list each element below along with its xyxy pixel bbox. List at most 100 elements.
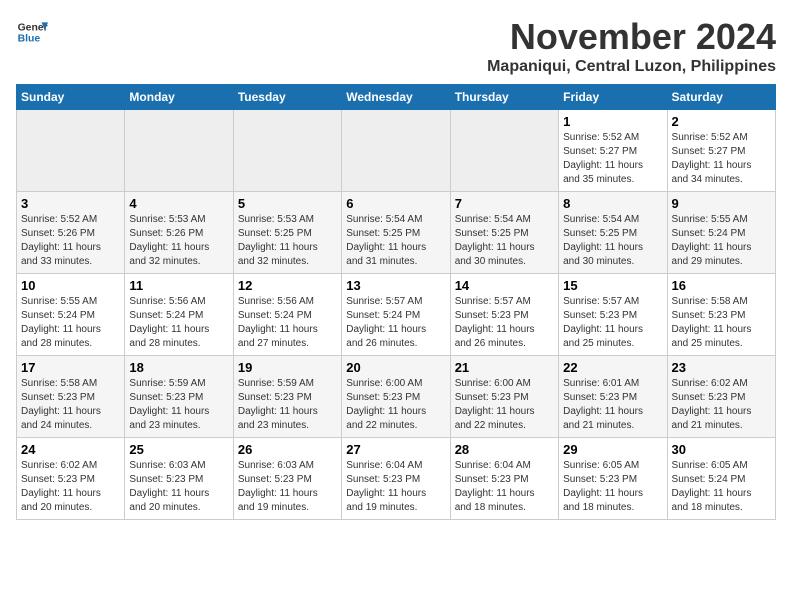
day-info: Sunrise: 5:55 AM Sunset: 5:24 PM Dayligh… bbox=[672, 213, 771, 269]
calendar-cell: 25 Sunrise: 6:03 AM Sunset: 5:23 PM Dayli… bbox=[125, 438, 233, 520]
weekday-header: Monday bbox=[125, 85, 233, 110]
day-number: 30 bbox=[672, 442, 771, 457]
calendar-cell: 28 Sunrise: 6:04 AM Sunset: 5:23 PM Dayli… bbox=[450, 438, 558, 520]
day-info: Sunrise: 5:55 AM Sunset: 5:24 PM Dayligh… bbox=[21, 295, 120, 351]
day-info: Sunrise: 5:56 AM Sunset: 5:24 PM Dayligh… bbox=[238, 295, 337, 351]
calendar-table: SundayMondayTuesdayWednesdayThursdayFrid… bbox=[16, 84, 776, 520]
day-info: Sunrise: 5:52 AM Sunset: 5:27 PM Dayligh… bbox=[672, 131, 771, 187]
day-number: 6 bbox=[346, 196, 445, 211]
calendar-cell: 5 Sunrise: 5:53 AM Sunset: 5:25 PM Daylig… bbox=[233, 192, 341, 274]
day-info: Sunrise: 5:52 AM Sunset: 5:27 PM Dayligh… bbox=[563, 131, 662, 187]
day-info: Sunrise: 5:58 AM Sunset: 5:23 PM Dayligh… bbox=[21, 377, 120, 433]
day-info: Sunrise: 6:01 AM Sunset: 5:23 PM Dayligh… bbox=[563, 377, 662, 433]
day-number: 23 bbox=[672, 360, 771, 375]
day-number: 19 bbox=[238, 360, 337, 375]
calendar-cell: 20 Sunrise: 6:00 AM Sunset: 5:23 PM Dayli… bbox=[342, 356, 450, 438]
day-number: 16 bbox=[672, 278, 771, 293]
day-number: 7 bbox=[455, 196, 554, 211]
day-info: Sunrise: 5:53 AM Sunset: 5:25 PM Dayligh… bbox=[238, 213, 337, 269]
day-info: Sunrise: 6:04 AM Sunset: 5:23 PM Dayligh… bbox=[455, 459, 554, 515]
calendar-cell: 11 Sunrise: 5:56 AM Sunset: 5:24 PM Dayli… bbox=[125, 274, 233, 356]
day-number: 9 bbox=[672, 196, 771, 211]
calendar-cell: 7 Sunrise: 5:54 AM Sunset: 5:25 PM Daylig… bbox=[450, 192, 558, 274]
day-number: 18 bbox=[129, 360, 228, 375]
day-info: Sunrise: 6:03 AM Sunset: 5:23 PM Dayligh… bbox=[238, 459, 337, 515]
calendar-cell: 22 Sunrise: 6:01 AM Sunset: 5:23 PM Dayli… bbox=[559, 356, 667, 438]
calendar-cell: 10 Sunrise: 5:55 AM Sunset: 5:24 PM Dayli… bbox=[17, 274, 125, 356]
day-number: 22 bbox=[563, 360, 662, 375]
location-title: Mapaniqui, Central Luzon, Philippines bbox=[487, 58, 776, 76]
day-number: 13 bbox=[346, 278, 445, 293]
day-number: 15 bbox=[563, 278, 662, 293]
day-info: Sunrise: 6:02 AM Sunset: 5:23 PM Dayligh… bbox=[21, 459, 120, 515]
day-number: 8 bbox=[563, 196, 662, 211]
calendar-week-row: 1 Sunrise: 5:52 AM Sunset: 5:27 PM Daylig… bbox=[17, 110, 776, 192]
calendar-week-row: 17 Sunrise: 5:58 AM Sunset: 5:23 PM Dayli… bbox=[17, 356, 776, 438]
svg-text:Blue: Blue bbox=[18, 34, 41, 45]
calendar-cell: 16Sunrise: 5:58 AM Sunset: 5:23 PM Dayli… bbox=[667, 274, 775, 356]
day-number: 17 bbox=[21, 360, 120, 375]
title-area: November 2024 Mapaniqui, Central Luzon, … bbox=[487, 16, 776, 76]
calendar-cell: 13 Sunrise: 5:57 AM Sunset: 5:24 PM Dayli… bbox=[342, 274, 450, 356]
calendar-cell: 12 Sunrise: 5:56 AM Sunset: 5:24 PM Dayli… bbox=[233, 274, 341, 356]
day-info: Sunrise: 5:57 AM Sunset: 5:23 PM Dayligh… bbox=[455, 295, 554, 351]
calendar-cell: 8 Sunrise: 5:54 AM Sunset: 5:25 PM Daylig… bbox=[559, 192, 667, 274]
weekday-header: Saturday bbox=[667, 85, 775, 110]
day-number: 3 bbox=[21, 196, 120, 211]
weekday-header: Tuesday bbox=[233, 85, 341, 110]
weekday-header: Thursday bbox=[450, 85, 558, 110]
calendar-cell: 29Sunrise: 6:05 AM Sunset: 5:23 PM Dayli… bbox=[559, 438, 667, 520]
calendar-week-row: 3 Sunrise: 5:52 AM Sunset: 5:26 PM Daylig… bbox=[17, 192, 776, 274]
day-number: 20 bbox=[346, 360, 445, 375]
day-info: Sunrise: 5:56 AM Sunset: 5:24 PM Dayligh… bbox=[129, 295, 228, 351]
calendar-cell: 2 Sunrise: 5:52 AM Sunset: 5:27 PM Daylig… bbox=[667, 110, 775, 192]
calendar-cell: 27Sunrise: 6:04 AM Sunset: 5:23 PM Dayli… bbox=[342, 438, 450, 520]
day-number: 25 bbox=[129, 442, 228, 457]
day-info: Sunrise: 5:59 AM Sunset: 5:23 PM Dayligh… bbox=[238, 377, 337, 433]
calendar-cell bbox=[125, 110, 233, 192]
calendar-cell: 19 Sunrise: 5:59 AM Sunset: 5:23 PM Dayli… bbox=[233, 356, 341, 438]
day-info: Sunrise: 6:03 AM Sunset: 5:23 PM Dayligh… bbox=[129, 459, 228, 515]
day-number: 28 bbox=[455, 442, 554, 457]
day-number: 12 bbox=[238, 278, 337, 293]
calendar-cell: 14 Sunrise: 5:57 AM Sunset: 5:23 PM Dayli… bbox=[450, 274, 558, 356]
day-info: Sunrise: 5:52 AM Sunset: 5:26 PM Dayligh… bbox=[21, 213, 120, 269]
day-info: Sunrise: 5:53 AM Sunset: 5:26 PM Dayligh… bbox=[129, 213, 228, 269]
day-number: 5 bbox=[238, 196, 337, 211]
day-info: Sunrise: 5:59 AM Sunset: 5:23 PM Dayligh… bbox=[129, 377, 228, 433]
day-info: Sunrise: 6:02 AM Sunset: 5:23 PM Dayligh… bbox=[672, 377, 771, 433]
day-info: Sunrise: 5:57 AM Sunset: 5:23 PM Dayligh… bbox=[563, 295, 662, 351]
weekday-header: Wednesday bbox=[342, 85, 450, 110]
day-info: Sunrise: 6:04 AM Sunset: 5:23 PM Dayligh… bbox=[346, 459, 445, 515]
day-info: Sunrise: 6:00 AM Sunset: 5:23 PM Dayligh… bbox=[346, 377, 445, 433]
day-number: 26 bbox=[238, 442, 337, 457]
calendar-cell: 26 Sunrise: 6:03 AM Sunset: 5:23 PM Dayli… bbox=[233, 438, 341, 520]
day-number: 11 bbox=[129, 278, 228, 293]
day-number: 2 bbox=[672, 114, 771, 129]
calendar-cell: 6Sunrise: 5:54 AM Sunset: 5:25 PM Daylig… bbox=[342, 192, 450, 274]
calendar-cell: 24 Sunrise: 6:02 AM Sunset: 5:23 PM Dayli… bbox=[17, 438, 125, 520]
calendar-cell: 9 Sunrise: 5:55 AM Sunset: 5:24 PM Daylig… bbox=[667, 192, 775, 274]
calendar-week-row: 24 Sunrise: 6:02 AM Sunset: 5:23 PM Dayli… bbox=[17, 438, 776, 520]
day-info: Sunrise: 5:57 AM Sunset: 5:24 PM Dayligh… bbox=[346, 295, 445, 351]
weekday-header: Friday bbox=[559, 85, 667, 110]
day-number: 14 bbox=[455, 278, 554, 293]
calendar-cell: 3 Sunrise: 5:52 AM Sunset: 5:26 PM Daylig… bbox=[17, 192, 125, 274]
day-info: Sunrise: 5:54 AM Sunset: 5:25 PM Dayligh… bbox=[563, 213, 662, 269]
day-info: Sunrise: 5:54 AM Sunset: 5:25 PM Dayligh… bbox=[455, 213, 554, 269]
day-number: 21 bbox=[455, 360, 554, 375]
calendar-cell: 30Sunrise: 6:05 AM Sunset: 5:24 PM Dayli… bbox=[667, 438, 775, 520]
calendar-cell bbox=[342, 110, 450, 192]
day-number: 10 bbox=[21, 278, 120, 293]
month-title: November 2024 bbox=[487, 16, 776, 58]
day-number: 4 bbox=[129, 196, 228, 211]
day-number: 24 bbox=[21, 442, 120, 457]
header: General Blue November 2024 Mapaniqui, Ce… bbox=[16, 16, 776, 76]
weekday-header: Sunday bbox=[17, 85, 125, 110]
calendar-cell: 4 Sunrise: 5:53 AM Sunset: 5:26 PM Daylig… bbox=[125, 192, 233, 274]
calendar-cell bbox=[450, 110, 558, 192]
calendar-cell: 21Sunrise: 6:00 AM Sunset: 5:23 PM Dayli… bbox=[450, 356, 558, 438]
calendar-cell bbox=[233, 110, 341, 192]
calendar-cell bbox=[17, 110, 125, 192]
day-number: 1 bbox=[563, 114, 662, 129]
